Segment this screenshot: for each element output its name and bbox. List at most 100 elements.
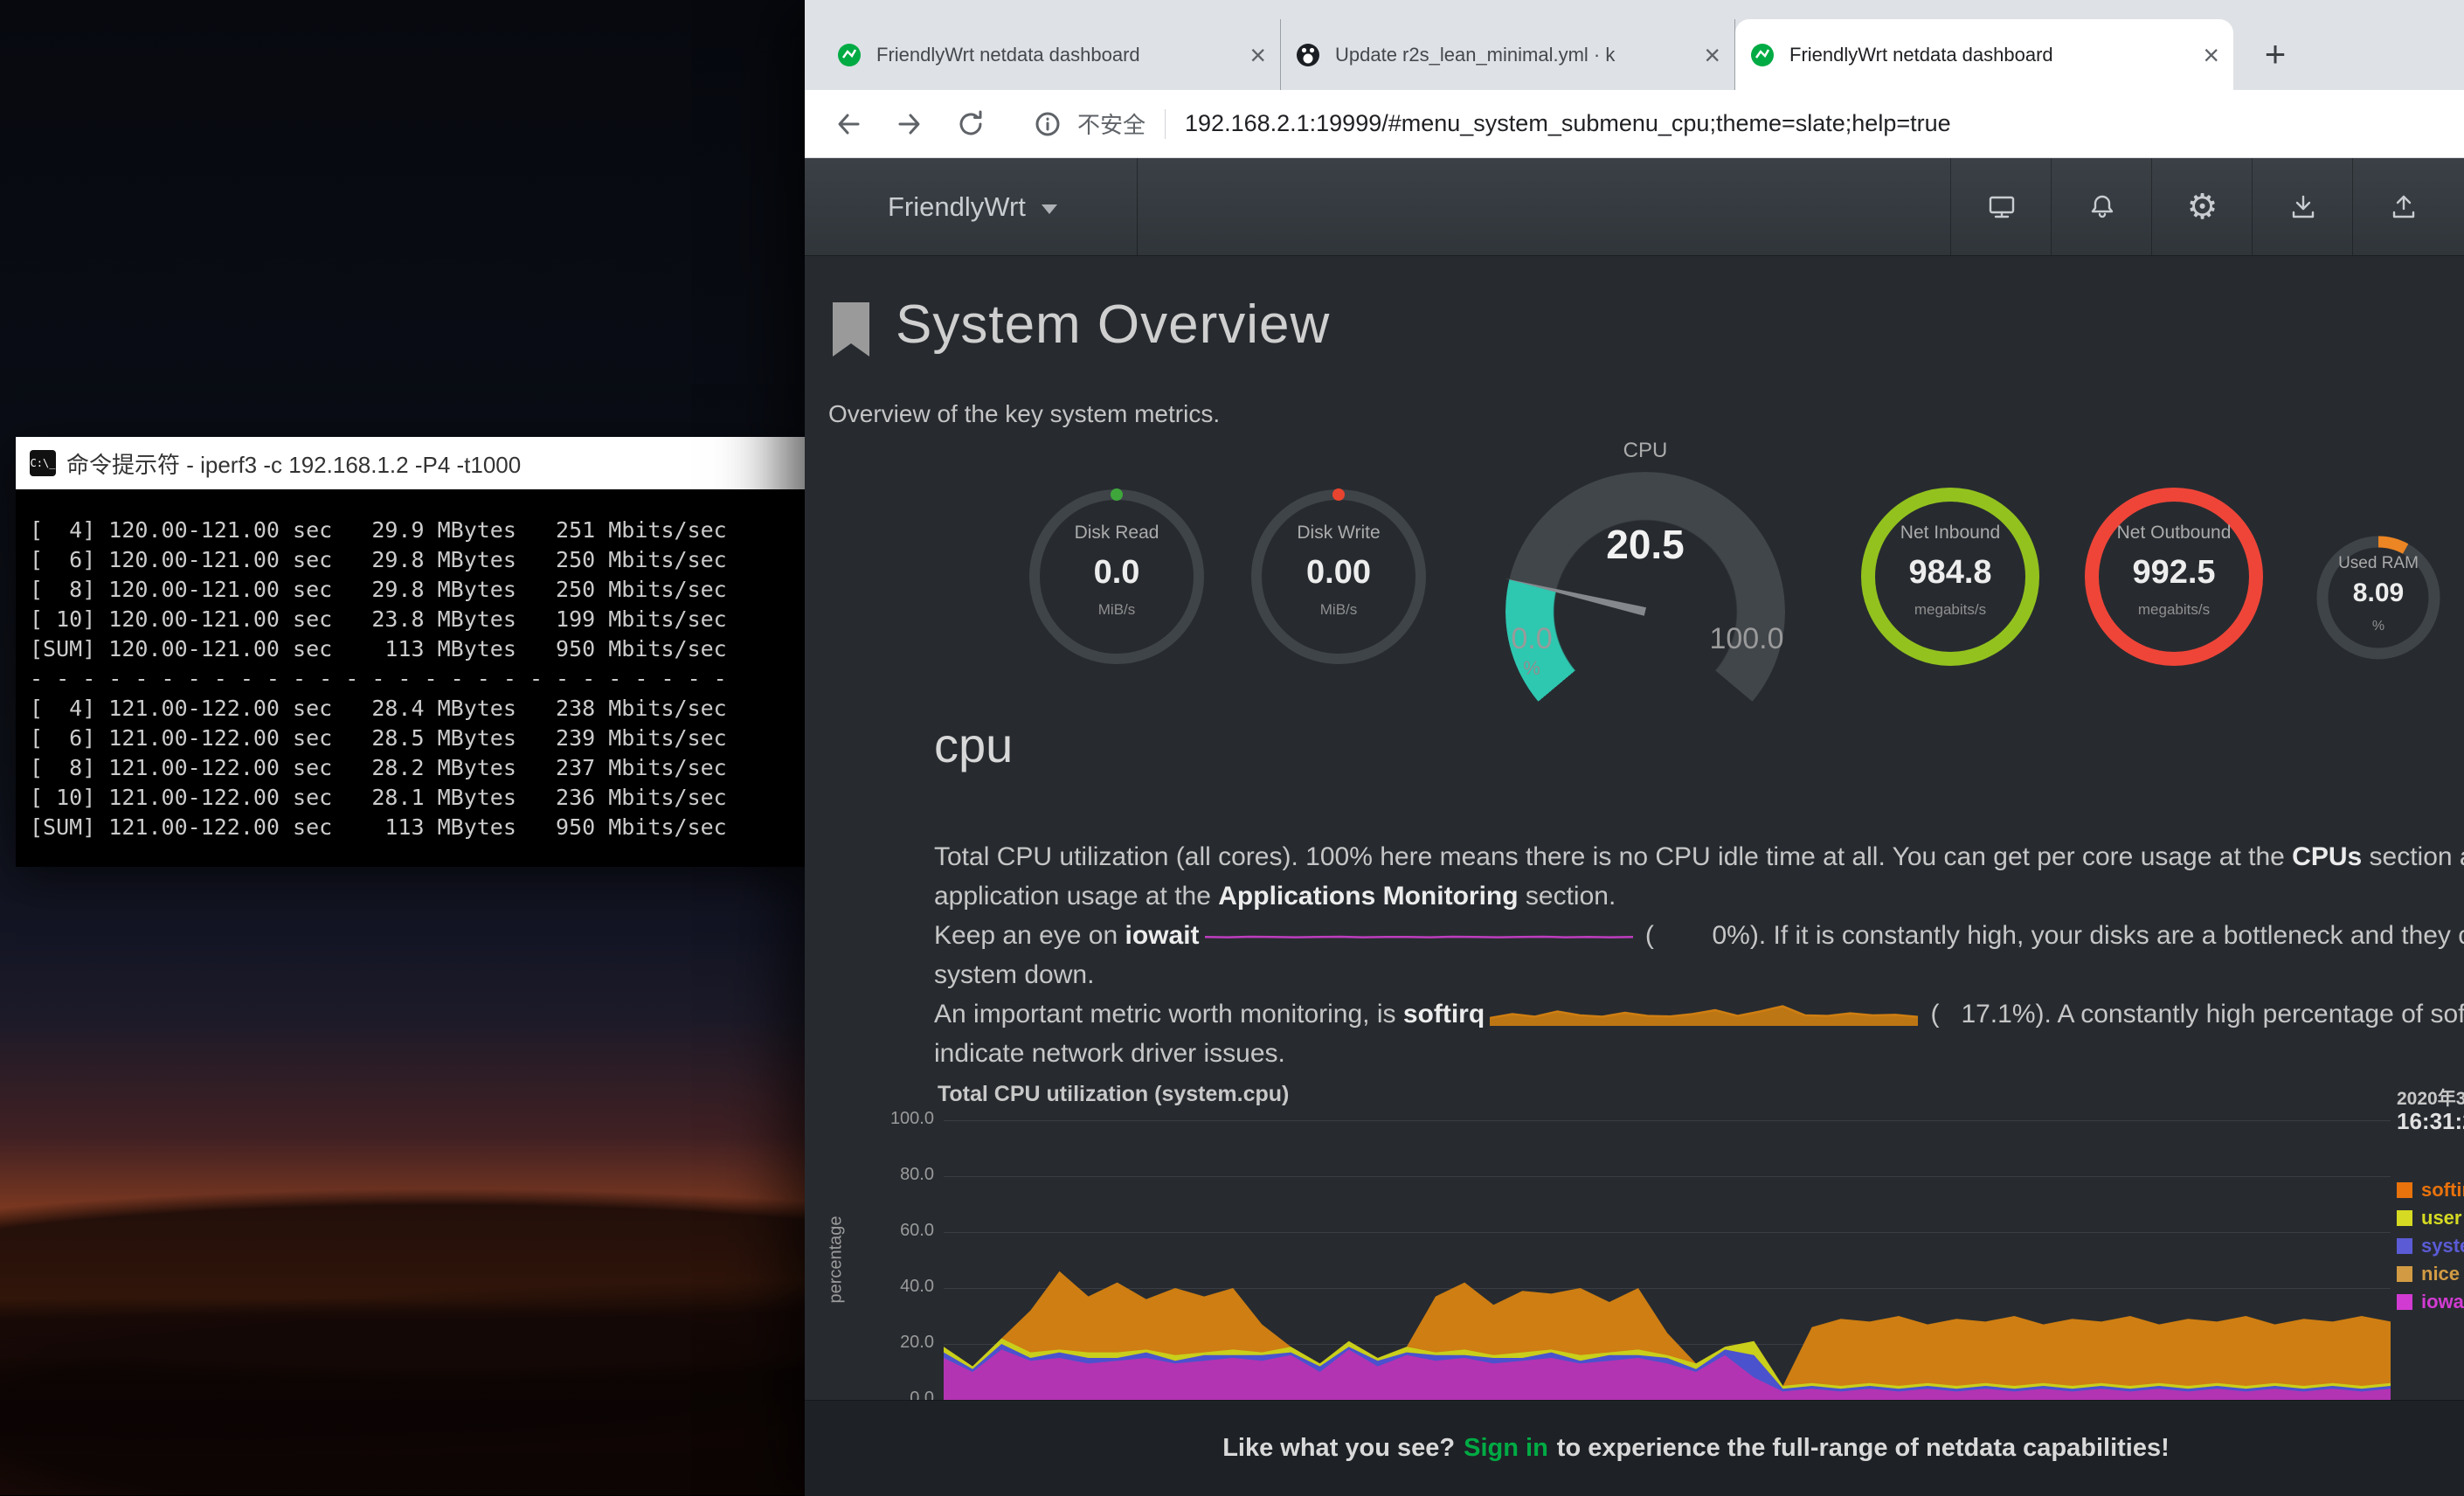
cpu-utilization-chart[interactable] — [944, 1120, 2391, 1400]
gauge-unit: % — [1479, 657, 1584, 680]
text-run: Total CPU utilization (all cores). 100% … — [934, 842, 2292, 871]
new-tab-button[interactable]: + — [2251, 30, 2300, 79]
y-tick-label: 80.0 — [840, 1165, 934, 1185]
text-run: section and per — [2362, 842, 2464, 871]
gauge-value: 992.5 — [2069, 554, 2279, 592]
cmd-icon: C:\_ — [30, 450, 56, 476]
legend-label: system — [2421, 1235, 2464, 1257]
export-button[interactable] — [2352, 158, 2454, 255]
iowait-sparkline — [1205, 925, 1633, 947]
y-tick-label: 20.0 — [840, 1333, 934, 1353]
back-icon[interactable] — [831, 107, 866, 142]
security-label[interactable]: 不安全 — [1077, 107, 1145, 140]
chart-date-label: 2020年3 — [2397, 1084, 2464, 1111]
alarms-bell-button[interactable] — [2051, 158, 2152, 255]
gauge-title: Used RAM — [2300, 554, 2457, 573]
brand-menu[interactable]: FriendlyWrt — [805, 158, 1138, 255]
used-ram-gauge[interactable]: Used RAM 8.09 % — [2300, 519, 2457, 676]
disk-write-gauge[interactable]: Disk Write 0.00 MiB/s — [1234, 472, 1443, 682]
text-run: Keep an eye on — [934, 921, 1125, 950]
page-info-icon[interactable] — [1030, 107, 1065, 142]
footer-text-prefix: Like what you see? — [1222, 1434, 1455, 1463]
disk-read-gauge[interactable]: Disk Read 0.0 MiB/s — [1012, 472, 1222, 682]
legend-item[interactable]: system — [2397, 1234, 2464, 1258]
bookmark-icon — [827, 301, 875, 364]
gear-icon: ⚙ — [2187, 190, 2218, 225]
chart-time-label: 16:31:2 — [2397, 1108, 2464, 1135]
description-line: indicate network driver issues. — [934, 1034, 2464, 1073]
y-tick-label: 100.0 — [840, 1109, 934, 1129]
legend-item[interactable]: user — [2397, 1206, 2461, 1230]
inline-link[interactable]: iowait — [1125, 921, 1200, 950]
inline-link[interactable]: softirq — [1403, 1000, 1485, 1028]
browser-tab[interactable]: FriendlyWrt netdata dashboard × — [822, 19, 1281, 90]
text-run: application usage at the — [934, 882, 1218, 911]
url-text[interactable]: 192.168.2.1:19999/#menu_system_submenu_c… — [1185, 110, 2464, 137]
footer-text-suffix: to experience the full-range of netdata … — [1557, 1434, 2170, 1463]
gauge-value: 0.0 — [1012, 554, 1222, 592]
reload-icon[interactable] — [953, 107, 988, 142]
screen: C:\_ 命令提示符 - iperf3 -c 192.168.1.2 -P4 -… — [0, 0, 2464, 1495]
text-run: ). A constantly high percentage of softi… — [2036, 1000, 2464, 1028]
gauge-value: 984.8 — [1845, 554, 2055, 592]
browser-window: FriendlyWrt netdata dashboard×Update r2s… — [805, 0, 2464, 1495]
legend-item[interactable]: iowait — [2397, 1290, 2464, 1314]
gauge-unit: MiB/s — [1234, 601, 1443, 619]
tab-close-icon[interactable]: × — [1704, 42, 1720, 68]
tab-close-icon[interactable]: × — [2203, 42, 2219, 68]
chart-y-axis-label: percentage — [827, 1173, 847, 1347]
gauge-value: 8.09 — [2300, 578, 2457, 608]
display-mode-button[interactable] — [1950, 158, 2052, 255]
netdata-favicon — [836, 42, 862, 68]
forward-icon[interactable] — [892, 107, 927, 142]
inline-link[interactable]: CPUs — [2292, 842, 2362, 871]
gauge-value: 0.00 — [1234, 554, 1443, 592]
legend-item[interactable]: nice — [2397, 1262, 2460, 1286]
text-run: system down. — [934, 960, 1094, 989]
gauge-unit: MiB/s — [1012, 601, 1222, 619]
text-run: section. — [1519, 882, 1616, 911]
signin-footer: Like what you see? Sign in to experience… — [805, 1400, 2464, 1496]
netdata-navbar: FriendlyWrt ⚙ — [805, 158, 2464, 256]
address-divider — [1165, 109, 1166, 139]
gauge-value: 20.5 — [1479, 521, 1811, 568]
import-button[interactable] — [2252, 158, 2353, 255]
terminal-titlebar[interactable]: C:\_ 命令提示符 - iperf3 -c 192.168.1.2 -P4 -… — [16, 437, 805, 489]
gauge-unit: megabits/s — [1845, 601, 2055, 619]
y-tick-label: 60.0 — [840, 1221, 934, 1241]
browser-tab[interactable]: Update r2s_lean_minimal.yml · k× — [1281, 19, 1735, 90]
gauge-arc — [1505, 472, 1785, 751]
legend-label: softirq — [2421, 1179, 2464, 1202]
legend-item[interactable]: softirq — [2397, 1178, 2464, 1202]
legend-label: user — [2421, 1207, 2461, 1229]
brand-label: FriendlyWrt — [888, 191, 1026, 223]
net-outbound-gauge[interactable]: Net Outbound 992.5 megabits/s — [2069, 472, 2279, 682]
gauge-title: Disk Read — [1012, 523, 1222, 544]
inline-link[interactable]: Applications Monitoring — [1218, 882, 1518, 911]
chart-title: Total CPU utilization (system.cpu) — [938, 1082, 1289, 1107]
net-inbound-gauge[interactable]: Net Inbound 984.8 megabits/s — [1845, 472, 2055, 682]
text-run: ( — [1923, 1000, 1939, 1028]
legend-swatch — [2397, 1266, 2412, 1282]
text-run: ). If it is constantly high, your disks … — [1750, 921, 2464, 950]
tab-title: FriendlyWrt netdata dashboard — [876, 44, 1237, 66]
tab-close-icon[interactable]: × — [1249, 42, 1266, 68]
gauge-title: Net Inbound — [1845, 523, 2055, 544]
gauge-min: 0.0 — [1479, 622, 1584, 656]
y-tick-label: 40.0 — [840, 1277, 934, 1297]
tab-strip: FriendlyWrt netdata dashboard×Update r2s… — [805, 0, 2464, 90]
terminal-window[interactable]: C:\_ 命令提示符 - iperf3 -c 192.168.1.2 -P4 -… — [16, 437, 805, 867]
signin-link[interactable]: Sign in — [1464, 1434, 1548, 1463]
cpu-description: Total CPU utilization (all cores). 100% … — [934, 837, 2464, 1073]
address-bar[interactable]: 不安全 192.168.2.1:19999/#menu_system_subme… — [805, 90, 2464, 158]
chevron-down-icon — [1042, 204, 1057, 214]
browser-tab[interactable]: FriendlyWrt netdata dashboard× — [1735, 19, 2233, 90]
terminal-title: 命令提示符 - iperf3 -c 192.168.1.2 -P4 -t1000 — [66, 447, 521, 480]
cpu-section-heading: cpu — [934, 717, 1013, 773]
cpu-gauge[interactable]: CPU 20.5 0.0 100.0 % — [1479, 437, 1811, 699]
legend-label: iowait — [2421, 1291, 2464, 1313]
settings-gear-button[interactable]: ⚙ — [2151, 158, 2253, 255]
legend-swatch — [2397, 1210, 2412, 1226]
description-line: Keep an eye on iowait (0%). If it is con… — [934, 916, 2464, 955]
softirq-sparkline — [1490, 1000, 1918, 1026]
